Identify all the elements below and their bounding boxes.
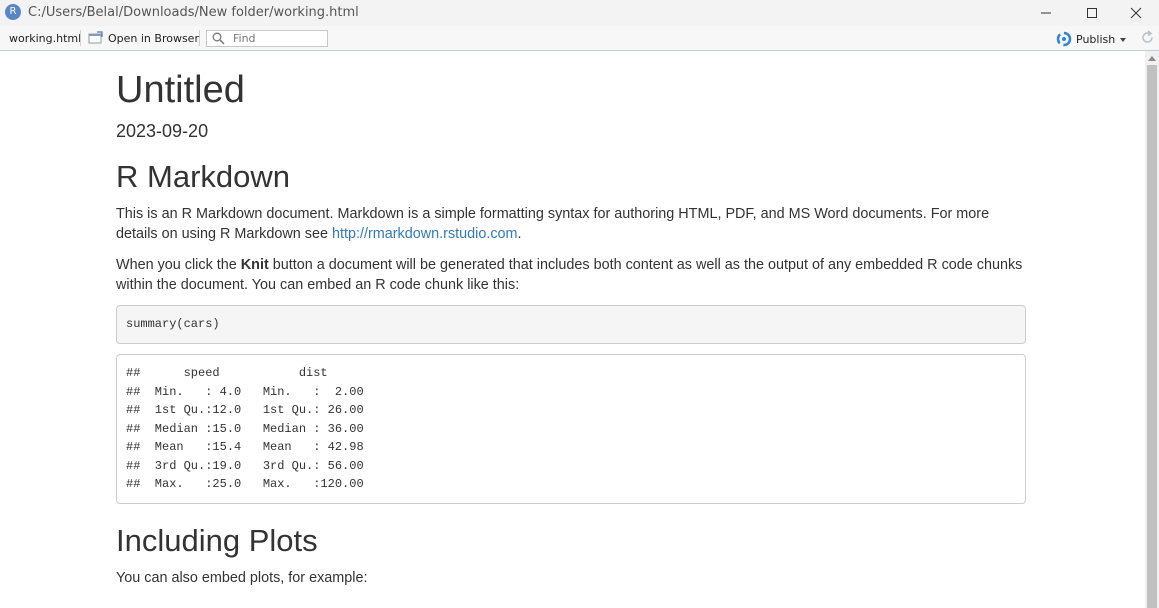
plots-paragraph: You can also embed plots, for example: xyxy=(116,570,368,586)
intro-text: This is an R Markdown document. Markdown… xyxy=(116,206,990,242)
maximize-icon xyxy=(1087,8,1097,18)
section-heading-r-markdown: R Markdown xyxy=(116,159,290,194)
maximize-button[interactable] xyxy=(1069,0,1115,26)
find-box[interactable] xyxy=(206,30,328,47)
rmarkdown-link[interactable]: http://rmarkdown.rstudio.com xyxy=(332,226,518,242)
r-code-chunk: summary(cars) xyxy=(116,305,1026,344)
intro-end: . xyxy=(517,225,522,242)
r-app-icon: R xyxy=(5,4,21,20)
publish-label: Publish xyxy=(1076,33,1116,46)
open-browser-icon xyxy=(88,31,103,44)
knit-text-before: When you click the xyxy=(116,257,241,273)
find-input[interactable] xyxy=(233,32,321,45)
knit-bold: Knit xyxy=(240,257,269,273)
vertical-scrollbar[interactable] xyxy=(1145,51,1159,608)
search-icon xyxy=(212,32,225,45)
open-in-browser-label: Open in Browser xyxy=(108,32,199,45)
toolbar-divider xyxy=(80,30,81,46)
viewer-toolbar: working.html Open in Browser Publish xyxy=(0,26,1159,51)
page-title: Untitled xyxy=(116,69,245,111)
refresh-button[interactable] xyxy=(1140,30,1155,50)
scroll-thumb[interactable] xyxy=(1147,65,1157,608)
file-name-label: working.html xyxy=(9,32,82,45)
toolbar-divider xyxy=(199,30,200,46)
chevron-down-icon[interactable] xyxy=(1120,38,1126,42)
close-icon xyxy=(1130,7,1142,19)
viewer-content: Untitled 2023-09-20 R Markdown This is a… xyxy=(0,51,1145,608)
refresh-icon xyxy=(1142,30,1153,43)
window-titlebar: R C:/Users/Belal/Downloads/New folder/wo… xyxy=(0,0,1159,26)
minimize-icon xyxy=(1041,12,1051,14)
scroll-up-icon[interactable] xyxy=(1148,56,1156,61)
section-heading-including-plots: Including Plots xyxy=(116,523,318,558)
r-output-chunk: ## speed dist ## Min. : 4.0 Min. : 2.00 … xyxy=(116,354,1026,504)
publish-icon xyxy=(1056,31,1072,47)
close-button[interactable] xyxy=(1113,0,1159,26)
document-date: 2023-09-20 xyxy=(116,121,209,141)
minimize-button[interactable] xyxy=(1023,0,1069,26)
knit-paragraph: When you click the Knit button a documen… xyxy=(116,256,1026,295)
intro-paragraph: This is an R Markdown document. Markdown… xyxy=(116,205,1026,244)
window-title: C:/Users/Belal/Downloads/New folder/work… xyxy=(28,5,359,20)
